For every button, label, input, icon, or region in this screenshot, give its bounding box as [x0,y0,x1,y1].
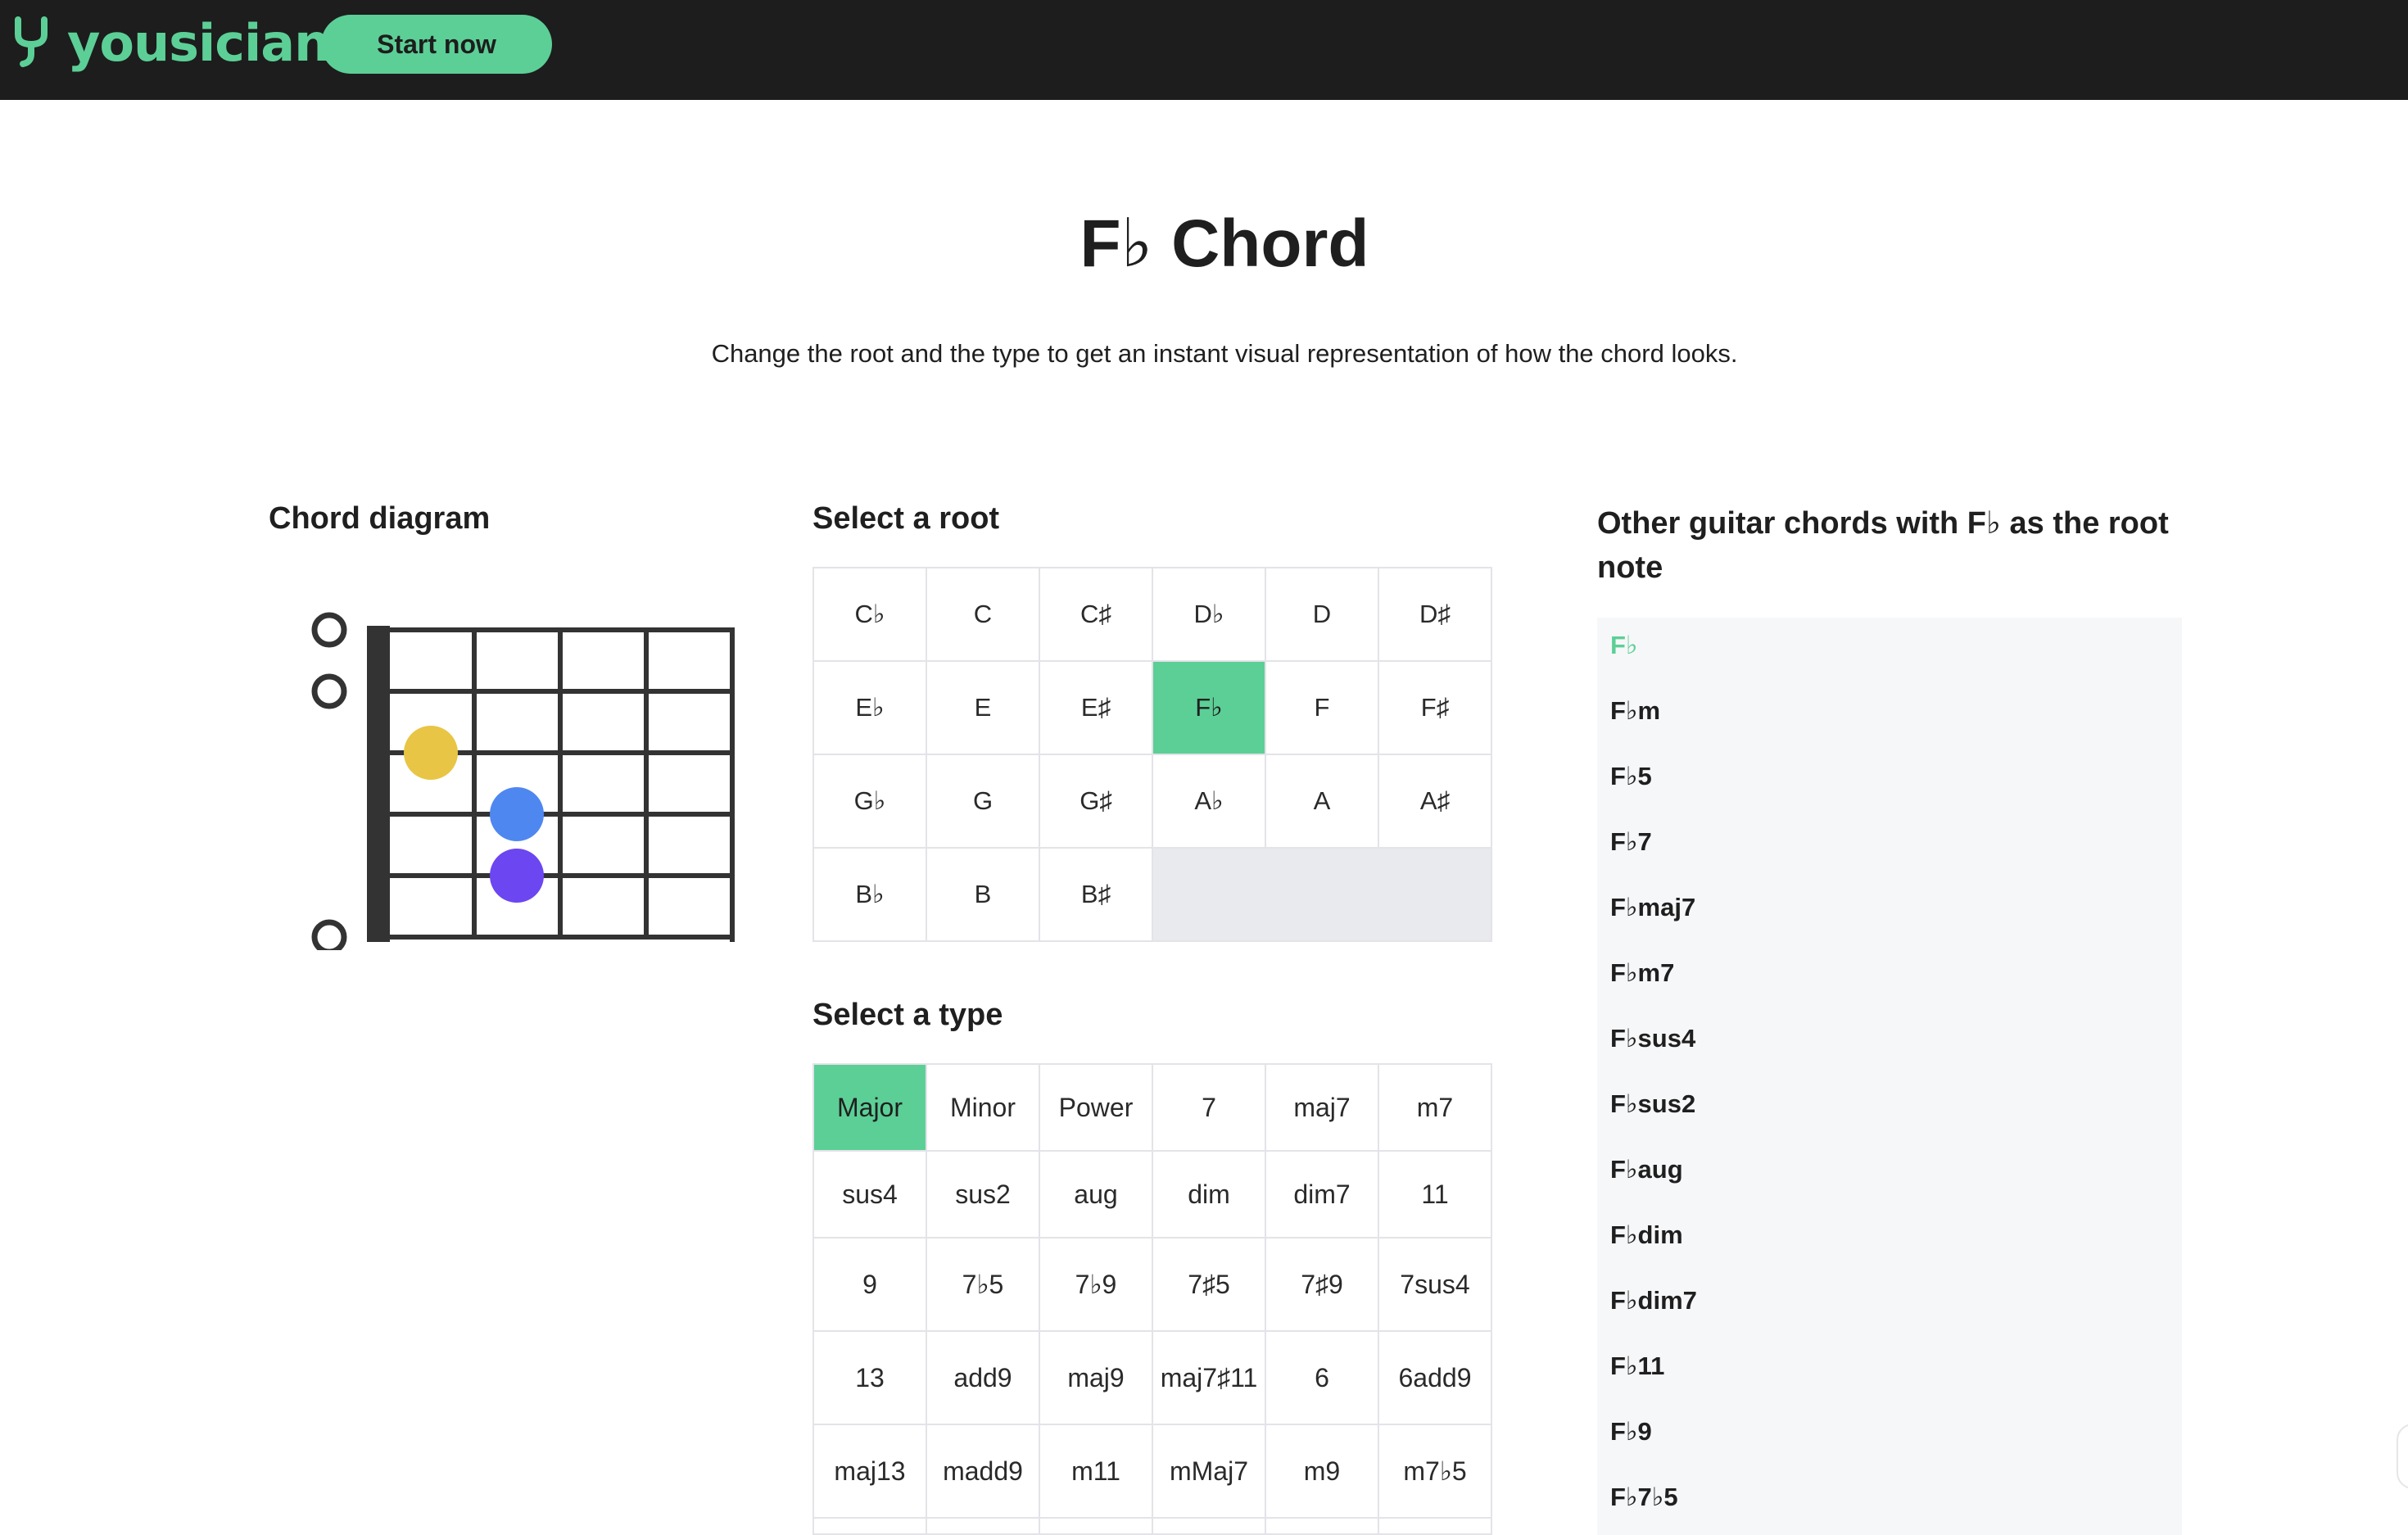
other-chord-link[interactable]: F♭11 [1610,1352,1664,1381]
other-chord-link[interactable]: F♭m [1610,696,1660,726]
type-option[interactable]: Minor [927,1065,1040,1152]
root-option[interactable]: G♭ [814,755,927,849]
type-option-partial[interactable] [1266,1519,1379,1535]
type-option[interactable]: m7 [1379,1065,1492,1152]
type-selector-grid: Major Minor Power 7 maj7 m7 sus4 sus2 aug dim dim7… [812,1063,1492,1535]
type-option-partial[interactable] [927,1519,1040,1535]
root-option[interactable]: F♭ [1153,662,1266,755]
select-type-heading: Select a type [812,998,1003,1032]
root-option[interactable]: C♭ [814,568,927,662]
other-chord-link[interactable]: F♭5 [1610,762,1652,791]
open-string-marker [311,673,347,709]
chord-diagram [311,612,735,950]
root-selector-grid: C♭ C C♯ D♭ D D♯ E♭ E E♯ F♭ F F♯ G♭ G G♯ A♭ A A♯ B♭ B B♯ [812,567,1492,942]
type-option[interactable]: 13 [814,1332,927,1425]
other-chord-link[interactable]: F♭dim7 [1610,1286,1697,1315]
finger-dot-blue [490,787,544,841]
root-option[interactable]: G [927,755,1040,849]
type-option-partial[interactable] [814,1519,927,1535]
start-now-button[interactable]: Start now [321,15,552,74]
other-chord-link[interactable]: F♭7♭5 [1610,1483,1678,1512]
other-chord-link[interactable]: F♭aug [1610,1155,1683,1184]
type-option[interactable]: dim [1153,1152,1266,1238]
open-string-marker [311,612,347,648]
root-option[interactable]: A [1266,755,1379,849]
other-chord-link[interactable]: F♭ [1610,631,1638,660]
root-option[interactable]: C [927,568,1040,662]
root-option[interactable]: C♯ [1040,568,1153,662]
type-option[interactable]: 7sus4 [1379,1238,1492,1332]
type-option[interactable]: sus4 [814,1152,927,1238]
type-option[interactable]: aug [1040,1152,1153,1238]
yousician-logo-icon [15,16,48,67]
other-chord-link[interactable]: F♭maj7 [1610,893,1695,922]
other-chord-link[interactable]: F♭m7 [1610,958,1674,988]
type-option[interactable]: Major [814,1065,927,1152]
root-option[interactable]: E♯ [1040,662,1153,755]
type-option[interactable]: maj13 [814,1425,927,1519]
type-option[interactable]: 7♭9 [1040,1238,1153,1332]
type-option-partial[interactable] [1153,1519,1266,1535]
other-chords-heading: Other guitar chords with F♭ as the root … [1597,506,2169,585]
type-option[interactable]: 7♯5 [1153,1238,1266,1332]
root-option[interactable]: D♯ [1379,568,1492,662]
type-option[interactable]: maj7♯11 [1153,1332,1266,1425]
fretboard-grid [385,627,735,942]
type-option[interactable]: add9 [927,1332,1040,1425]
type-option[interactable]: 7 [1153,1065,1266,1152]
root-option[interactable]: E♭ [814,662,927,755]
finger-dot-yellow [404,726,458,780]
root-option[interactable]: B♯ [1040,849,1153,942]
type-option[interactable]: Power [1040,1065,1153,1152]
root-option[interactable]: A♭ [1153,755,1266,849]
type-option[interactable]: madd9 [927,1425,1040,1519]
type-option[interactable]: 6 [1266,1332,1379,1425]
other-chords-panel: F♭ F♭m F♭5 F♭7 F♭maj7 F♭m7 F♭sus4 F♭sus2 F♭aug F♭… [1597,618,2182,1535]
other-chord-link[interactable]: F♭sus2 [1610,1089,1695,1119]
root-option[interactable]: A♯ [1379,755,1492,849]
root-grid-empty-cell [1153,849,1492,942]
type-option[interactable]: m11 [1040,1425,1153,1519]
finger-dot-purple [490,849,544,903]
root-option[interactable]: D♭ [1153,568,1266,662]
root-option[interactable]: G♯ [1040,755,1153,849]
page-title: F♭ Chord [1080,206,1369,281]
other-chord-link[interactable]: F♭9 [1610,1417,1652,1447]
root-option[interactable]: E [927,662,1040,755]
other-chord-link[interactable]: F♭sus4 [1610,1024,1695,1053]
top-nav-bar: yousician Start now [0,0,2408,100]
type-option[interactable]: 7♭5 [927,1238,1040,1332]
type-option[interactable]: 7♯9 [1266,1238,1379,1332]
root-option[interactable]: F♯ [1379,662,1492,755]
type-option[interactable]: 11 [1379,1152,1492,1238]
brand-name: yousician [67,12,330,73]
page-subtitle: Change the root and the type to get an i… [711,339,1738,368]
root-option[interactable]: B [927,849,1040,942]
type-option[interactable]: dim7 [1266,1152,1379,1238]
type-option[interactable]: sus2 [927,1152,1040,1238]
type-option[interactable]: maj9 [1040,1332,1153,1425]
other-chord-link[interactable]: F♭7 [1610,827,1652,857]
type-option[interactable]: maj7 [1266,1065,1379,1152]
type-option[interactable]: m7♭5 [1379,1425,1492,1519]
type-option[interactable]: mMaj7 [1153,1425,1266,1519]
type-option[interactable]: 9 [814,1238,927,1332]
other-chord-link[interactable]: F♭dim [1610,1220,1683,1250]
type-option[interactable]: m9 [1266,1425,1379,1519]
type-option-partial[interactable] [1040,1519,1153,1535]
root-option[interactable]: B♭ [814,849,927,942]
select-root-heading: Select a root [812,501,1000,536]
yousician-logo[interactable]: yousician [13,12,330,73]
floating-widget-edge[interactable] [2397,1424,2408,1489]
chord-diagram-heading: Chord diagram [269,501,491,536]
open-string-marker [311,919,347,950]
nut [367,626,390,942]
type-option[interactable]: 6add9 [1379,1332,1492,1425]
type-option-partial[interactable] [1379,1519,1492,1535]
root-option[interactable]: F [1266,662,1379,755]
root-option[interactable]: D [1266,568,1379,662]
